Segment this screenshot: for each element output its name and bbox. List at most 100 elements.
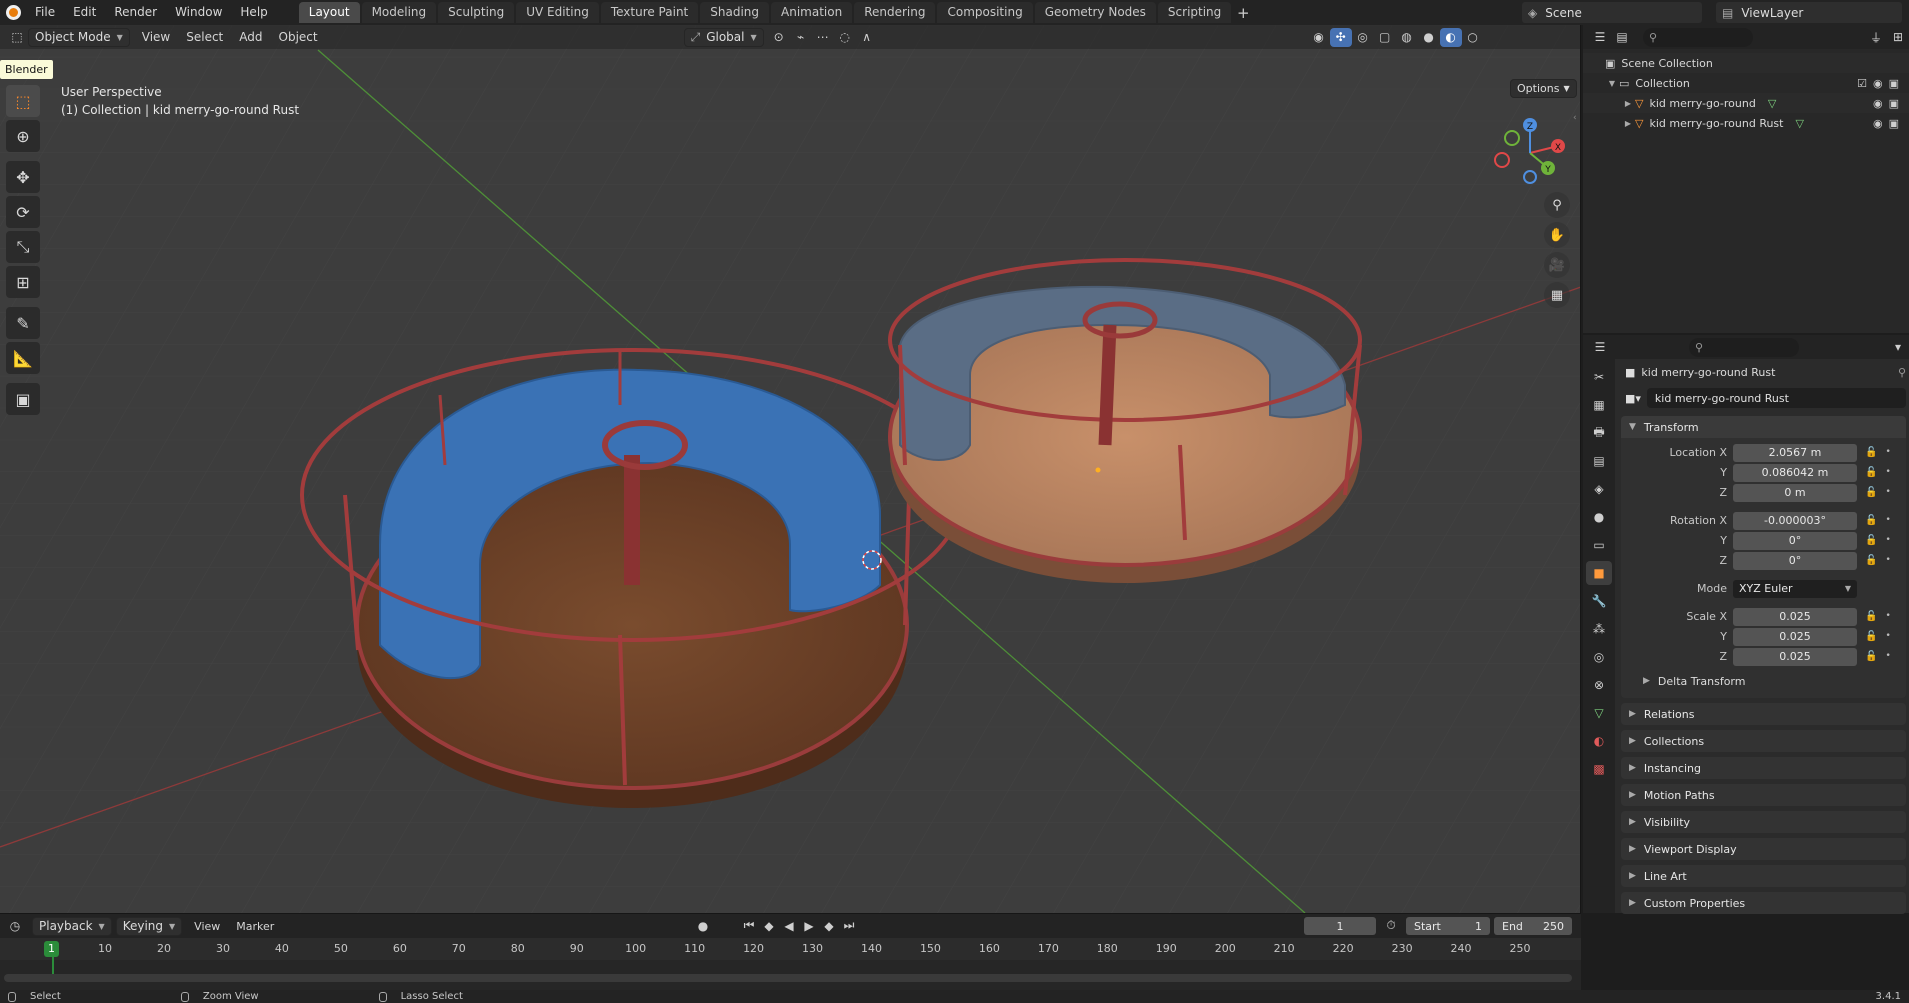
playhead[interactable]: 1 [44,941,59,957]
zoom-icon[interactable]: ⚲ [1544,192,1570,218]
keying-dropdown[interactable]: Keying ▼ [115,916,183,936]
options-dropdown[interactable]: Options ▼ [1510,79,1577,98]
tab-sculpting[interactable]: Sculpting [438,2,515,23]
camera-render-icon[interactable]: ▣ [1889,97,1899,110]
mode-dropdown[interactable]: Object Mode ▼ [28,27,130,47]
tab-shading[interactable]: Shading [700,2,769,23]
add-cube-tool-icon[interactable]: ▣ [6,383,40,415]
viewport-display-panel-header[interactable]: ▶ Viewport Display [1621,838,1906,860]
tool-tab-icon[interactable]: ✂ [1586,365,1612,389]
physics-tab-icon[interactable]: ◎ [1586,645,1612,669]
outliner-row-object-rust[interactable]: ▶ ▽ kid merry-go-round Rust ▽ ◉ ▣ [1583,113,1909,133]
menu-file[interactable]: File [26,0,64,25]
wireframe-shading-icon[interactable]: ◍ [1396,28,1418,47]
material-tab-icon[interactable]: ◐ [1586,729,1612,753]
properties-search-input[interactable]: ⚲ [1689,337,1799,357]
viewport-menu-object[interactable]: Object [271,25,326,49]
keyframe-dot-icon[interactable]: • [1885,515,1890,525]
scale-y-field[interactable]: 0.025 [1733,627,1857,646]
pin-icon[interactable]: ⚲ [1898,366,1906,379]
instancing-panel-header[interactable]: ▶ Instancing [1621,757,1906,779]
scene-selector[interactable]: ◈ Scene [1522,2,1702,23]
lock-icon[interactable]: 🔓 [1865,611,1877,622]
collapse-sidebar-icon[interactable]: ‹ [1573,113,1577,123]
data-tab-icon[interactable]: ▽ [1586,701,1612,725]
play-reverse-icon[interactable]: ◀ [778,916,800,935]
timeline-scrollbar[interactable] [4,974,1572,982]
annotate-tool-icon[interactable]: ✎ [6,307,40,339]
perspective-grid-icon[interactable]: ▦ [1544,282,1570,308]
tab-uv-editing[interactable]: UV Editing [516,2,599,23]
rendered-shading-icon[interactable]: ○ [1462,28,1484,47]
snap-target-icon[interactable]: ⋯ [812,28,834,47]
expand-right-icon[interactable]: ▶ [1621,119,1635,128]
lock-icon[interactable]: 🔓 [1865,651,1877,662]
tab-scripting[interactable]: Scripting [1157,2,1232,23]
timeline-menu-view[interactable]: View [186,920,228,933]
viewport-menu-select[interactable]: Select [178,25,231,49]
rotation-z-field[interactable]: 0° [1733,551,1857,570]
lock-icon[interactable]: 🔓 [1865,487,1877,498]
scale-x-field[interactable]: 0.025 [1733,607,1857,626]
tab-rendering[interactable]: Rendering [854,2,936,23]
tab-texture-paint[interactable]: Texture Paint [600,2,699,23]
next-keyframe-icon[interactable]: ◆ [818,916,840,935]
keyframe-dot-icon[interactable]: • [1885,467,1890,477]
proportional-edit-icon[interactable]: ◌ [834,28,856,47]
pivot-icon[interactable]: ⊙ [768,28,790,47]
timeline-editor-type-icon[interactable]: ◷ [4,917,26,936]
chevron-down-icon[interactable]: ▾ [1887,338,1909,357]
orientation-dropdown[interactable]: ⤢ Global ▼ [683,27,764,47]
solid-shading-icon[interactable]: ● [1418,28,1440,47]
play-icon[interactable]: ▶ [798,916,820,935]
tab-geometry-nodes[interactable]: Geometry Nodes [1034,2,1156,23]
keyframe-dot-icon[interactable]: • [1885,651,1890,661]
lock-icon[interactable]: 🔓 [1865,555,1877,566]
eye-icon[interactable]: ◉ [1873,117,1883,130]
menu-edit[interactable]: Edit [64,0,105,25]
motion-paths-panel-header[interactable]: ▶ Motion Paths [1621,784,1906,806]
constraints-tab-icon[interactable]: ⊗ [1586,673,1612,697]
move-tool-icon[interactable]: ✥ [6,161,40,193]
collections-panel-header[interactable]: ▶ Collections [1621,730,1906,752]
rotation-y-field[interactable]: 0° [1733,531,1857,550]
keyframe-dot-icon[interactable]: • [1885,535,1890,545]
editor-type-icon[interactable]: ⬚ [6,28,28,47]
keyframe-dot-icon[interactable]: • [1885,631,1890,641]
transform-panel-header[interactable]: ▼ Transform [1621,416,1906,438]
world-tab-icon[interactable]: ● [1586,505,1612,529]
outliner-row-scene-collection[interactable]: ▣ Scene Collection [1583,53,1909,73]
blender-logo-icon[interactable] [0,0,26,25]
menu-window[interactable]: Window [166,0,231,25]
tab-modeling[interactable]: Modeling [361,2,437,23]
keyframe-dot-icon[interactable]: • [1885,611,1890,621]
xray-icon[interactable]: ▢ [1374,28,1396,47]
modifier-tab-icon[interactable]: 🔧 [1586,589,1612,613]
rotate-tool-icon[interactable]: ⟳ [6,196,40,228]
start-frame-field[interactable]: Start 1 [1406,917,1490,935]
add-workspace-button[interactable]: + [1233,4,1253,22]
outliner-editor-type-icon[interactable]: ☰ [1589,28,1611,47]
menu-help[interactable]: Help [231,0,276,25]
output-tab-icon[interactable]: 🖶 [1586,421,1612,445]
lock-icon[interactable]: 🔓 [1865,515,1877,526]
stopwatch-icon[interactable]: ⏱ [1380,916,1402,935]
tab-layout[interactable]: Layout [298,2,360,23]
checkbox-icon[interactable]: ☑ [1857,77,1867,90]
filter-icon[interactable]: ⏚ [1865,28,1887,47]
line-art-panel-header[interactable]: ▶ Line Art [1621,865,1906,887]
prev-keyframe-icon[interactable]: ◆ [758,916,780,935]
object-tab-icon[interactable]: ■ [1586,561,1612,585]
3d-viewport[interactable]: ⬚ Object Mode ▼ View Select Add Object ⤢ … [0,25,1581,913]
end-frame-field[interactable]: End 250 [1494,917,1572,935]
tab-animation[interactable]: Animation [771,2,853,23]
visibility-panel-header[interactable]: ▶ Visibility [1621,811,1906,833]
scale-z-field[interactable]: 0.025 [1733,647,1857,666]
view-layer-selector[interactable]: ▤ ViewLayer [1716,2,1902,23]
expand-right-icon[interactable]: ▶ [1621,99,1635,108]
visibility-icon[interactable]: ◉ [1308,28,1330,47]
relations-panel-header[interactable]: ▶ Relations [1621,703,1906,725]
scale-tool-icon[interactable]: ⤡ [6,231,40,263]
lock-icon[interactable]: 🔓 [1865,631,1877,642]
particles-tab-icon[interactable]: ⁂ [1586,617,1612,641]
